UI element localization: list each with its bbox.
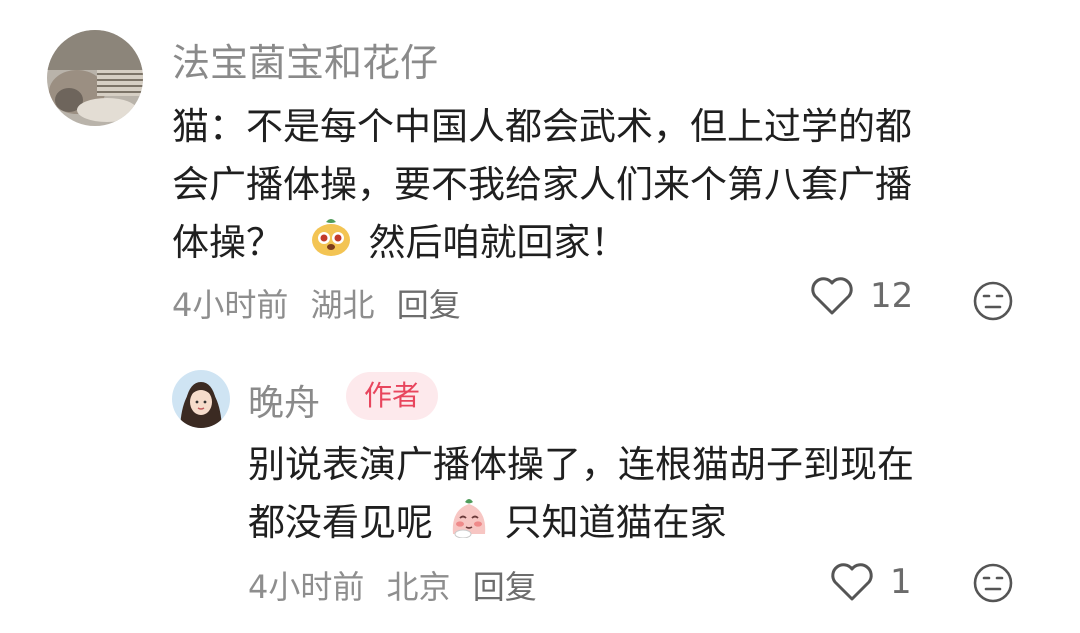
comment-username[interactable]: 法宝菌宝和花仔 <box>172 32 438 87</box>
cat-photo-icon <box>47 30 143 126</box>
emoji-reaction-button[interactable] <box>972 280 1014 326</box>
comment-line: 别说表演广播体操了，连根猫胡子到现在 <box>248 443 914 486</box>
blushing-face-emoji-icon <box>447 494 491 555</box>
comment-line: 猫：不是每个中国人都会武术，但上过学的都 <box>172 105 912 148</box>
girl-portrait-icon <box>172 370 230 428</box>
comment-content: 别说表演广播体操了，连根猫胡子到现在 都没看见呢 只知道猫在家 <box>248 436 1028 555</box>
like-count: 12 <box>870 276 914 316</box>
comment-time: 4小时前 <box>172 286 289 324</box>
comment-line-last: 体操？ 然后咱就回家！ <box>172 214 1032 275</box>
comment-text: 体操？ <box>172 221 283 264</box>
comment-text: 然后咱就回家！ <box>368 221 628 264</box>
like-count: 1 <box>890 562 912 602</box>
comment-text: 都没看见呢 <box>248 501 433 544</box>
comment-content: 猫：不是每个中国人都会武术，但上过学的都 会广播体操，要不我给家人们来个第八套广… <box>172 98 1032 275</box>
comment-location: 湖北 <box>310 286 375 324</box>
heart-icon <box>831 563 873 601</box>
avatar[interactable] <box>172 370 230 428</box>
like-button[interactable]: 12 <box>810 276 913 316</box>
like-button[interactable]: 1 <box>830 562 912 602</box>
comment-meta: 4小时前 湖北 回复 <box>172 280 473 326</box>
comment-line-last: 都没看见呢 只知道猫在家 <box>248 494 1028 555</box>
heart-icon <box>811 277 853 315</box>
avatar[interactable] <box>47 30 143 126</box>
author-badge: 作者 <box>346 372 439 420</box>
reply-button[interactable]: 回复 <box>473 568 537 606</box>
comment-location: 北京 <box>386 568 451 606</box>
comment-time: 4小时前 <box>248 568 365 606</box>
comment-line: 会广播体操，要不我给家人们来个第八套广播 <box>172 163 912 206</box>
comment-text: 只知道猫在家 <box>504 501 727 544</box>
comment-meta: 4小时前 北京 回复 <box>248 562 549 608</box>
reply-button[interactable]: 回复 <box>397 286 461 324</box>
neutral-face-icon <box>973 281 1013 321</box>
neutral-face-icon <box>973 563 1013 603</box>
comment-username[interactable]: 晚舟 <box>248 374 320 426</box>
chestnut-face-emoji-icon <box>309 214 353 275</box>
emoji-reaction-button[interactable] <box>972 562 1014 608</box>
